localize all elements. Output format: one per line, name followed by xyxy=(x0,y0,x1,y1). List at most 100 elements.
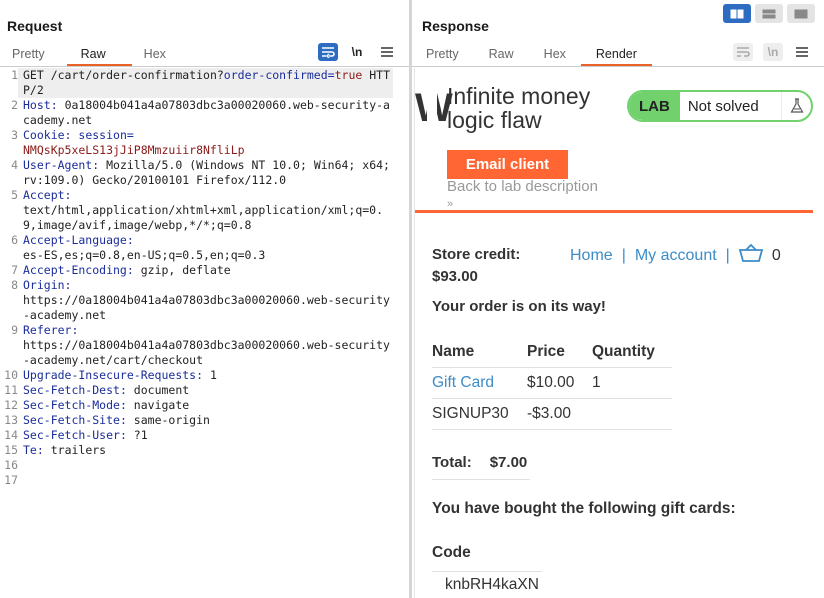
header-value: document xyxy=(133,383,190,397)
request-tab-raw[interactable]: Raw xyxy=(66,44,132,66)
header-key: Te xyxy=(23,443,37,457)
wrap-lines-button[interactable] xyxy=(318,43,338,61)
code-line: 3 Cookie: session= NMQsKp5xeLS13jJiP8Mmzu… xyxy=(0,128,409,158)
response-menu-button[interactable] xyxy=(792,43,812,61)
coupon-quantity xyxy=(592,398,672,430)
show-newlines-button[interactable]: \n xyxy=(347,43,367,61)
total-label: Total: xyxy=(432,454,472,471)
response-newlines-button[interactable]: \n xyxy=(763,43,783,61)
line-number: 5 xyxy=(11,188,18,202)
hamburger-icon xyxy=(796,47,808,57)
header-value: same-origin xyxy=(133,413,210,427)
burp-repeater-view: Request Pretty Raw Hex \n 1 GET /cart/ord… xyxy=(0,0,824,598)
header-key: Accept-Language xyxy=(23,233,127,247)
response-tab-render[interactable]: Render xyxy=(580,44,652,66)
header-value: 1 xyxy=(209,368,217,382)
line-number: 14 xyxy=(4,428,18,442)
cookie-value: NMQsKp5xeLS13jJiP8Mmzuiir8NfliLp xyxy=(23,143,245,157)
request-menu-button[interactable] xyxy=(377,43,397,61)
line-number: 6 xyxy=(11,233,18,247)
response-tab-pretty[interactable]: Pretty xyxy=(412,44,471,66)
response-tab-raw[interactable]: Raw xyxy=(471,44,532,66)
code-line: 17 xyxy=(0,473,409,488)
table-row: Gift Card $10.00 1 xyxy=(432,367,672,399)
code-line: 7 Accept-Encoding: gzip, deflate xyxy=(0,263,409,278)
rendered-page: W Infinite money logic flaw LAB Not solv… xyxy=(414,68,822,598)
lab-label: LAB xyxy=(629,92,680,120)
response-tabs-underline xyxy=(412,66,824,67)
total-value: $7.00 xyxy=(489,454,528,471)
layout-side-by-side-button[interactable] xyxy=(723,4,751,23)
store-credit-value: $93.00 xyxy=(432,268,478,285)
nav-separator: | xyxy=(621,246,626,264)
header-key: Upgrade-Insecure-Requests xyxy=(23,368,197,382)
email-client-button[interactable]: Email client xyxy=(447,150,568,179)
table-header-row: Name Price Quantity xyxy=(432,337,672,368)
response-tabs: Pretty Raw Hex Render xyxy=(412,44,652,66)
query-param-key: order-confirmed xyxy=(223,68,328,82)
site-nav: Home | My account | 0 xyxy=(570,243,781,267)
line-number: 12 xyxy=(4,398,18,412)
store-credit: Store credit: $93.00 xyxy=(432,244,520,288)
header-value: text/html,application/xhtml+xml,applicat… xyxy=(23,203,384,232)
code-line: 14 Sec-Fetch-User: ?1 xyxy=(0,428,409,443)
store-credit-label: Store credit: xyxy=(432,246,521,263)
double-chevron-icon: » xyxy=(447,198,454,210)
header-key: Sec-Fetch-User xyxy=(23,428,120,442)
code-line: 16 xyxy=(0,458,409,473)
nav-my-account-link[interactable]: My account xyxy=(635,247,717,265)
header-value: es-ES,es;q=0.8,en-US;q=0.5,en;q=0.3 xyxy=(23,248,266,262)
line-number: 4 xyxy=(11,158,18,172)
item-quantity: 1 xyxy=(592,367,672,399)
line-number: 16 xyxy=(4,458,18,472)
item-name-link[interactable]: Gift Card xyxy=(432,367,527,399)
code-line: 11 Sec-Fetch-Dest: document xyxy=(0,383,409,398)
response-wrap-button[interactable] xyxy=(733,43,753,61)
line-number: 7 xyxy=(11,263,18,277)
request-title: Request xyxy=(7,18,63,34)
order-message: Your order is on its way! xyxy=(432,298,606,315)
layout-tabs-button[interactable] xyxy=(787,4,815,23)
code-line: 5 Accept: text/html,application/xhtml+xml… xyxy=(0,188,409,233)
header-value: navigate xyxy=(133,398,190,412)
code-line: 10 Upgrade-Insecure-Requests: 1 xyxy=(0,368,409,383)
header-value: trailers xyxy=(50,443,107,457)
line-number: 9 xyxy=(11,323,18,337)
columns-icon xyxy=(730,9,744,18)
rows-icon xyxy=(762,9,776,18)
response-title: Response xyxy=(422,18,489,34)
header-key: User-Agent xyxy=(23,158,93,172)
col-quantity: Quantity xyxy=(592,337,672,368)
order-table: Name Price Quantity Gift Card $10.00 1 S… xyxy=(432,337,672,430)
col-name: Name xyxy=(432,337,527,368)
header-value: https://0a18004b041a4a07803dbc3a00020060… xyxy=(23,338,390,367)
request-tab-hex[interactable]: Hex xyxy=(132,44,178,66)
order-total: Total: $7.00 xyxy=(432,454,530,480)
nav-home-link[interactable]: Home xyxy=(570,247,613,265)
code-line: 15 Te: trailers xyxy=(0,443,409,458)
response-tab-hex[interactable]: Hex xyxy=(532,44,581,66)
layout-buttons xyxy=(723,4,815,23)
response-pane: Response Pretty Raw Hex Render \n Infini… xyxy=(412,0,824,598)
code-line: 6 Accept-Language: es-ES,es;q=0.8,en-US;q… xyxy=(0,233,409,263)
cart-icon[interactable] xyxy=(738,243,763,267)
wrap-icon xyxy=(322,47,335,58)
request-tab-pretty[interactable]: Pretty xyxy=(0,44,57,66)
col-price: Price xyxy=(527,337,592,368)
header-key: Accept-Encoding xyxy=(23,263,127,277)
line-number: 2 xyxy=(11,98,18,112)
line-number: 8 xyxy=(11,278,18,292)
header-value: gzip, deflate xyxy=(140,263,231,277)
header-value: ?1 xyxy=(133,428,148,442)
lab-title: Infinite money logic flaw xyxy=(447,83,591,133)
header-key: Referer xyxy=(23,323,72,337)
lab-header: W Infinite money logic flaw LAB Not solv… xyxy=(415,68,822,212)
wrap-icon xyxy=(737,47,750,57)
line-number: 3 xyxy=(11,128,18,142)
back-to-lab-link[interactable]: Back to lab description xyxy=(447,178,598,195)
header-key: Accept xyxy=(23,188,65,202)
request-pane: Request Pretty Raw Hex \n 1 GET /cart/ord… xyxy=(0,0,409,598)
request-editor[interactable]: 1 GET /cart/order-confirmation?order-conf… xyxy=(0,68,409,488)
request-path: /cart/order-confirmation? xyxy=(43,68,224,82)
layout-stacked-button[interactable] xyxy=(755,4,783,23)
